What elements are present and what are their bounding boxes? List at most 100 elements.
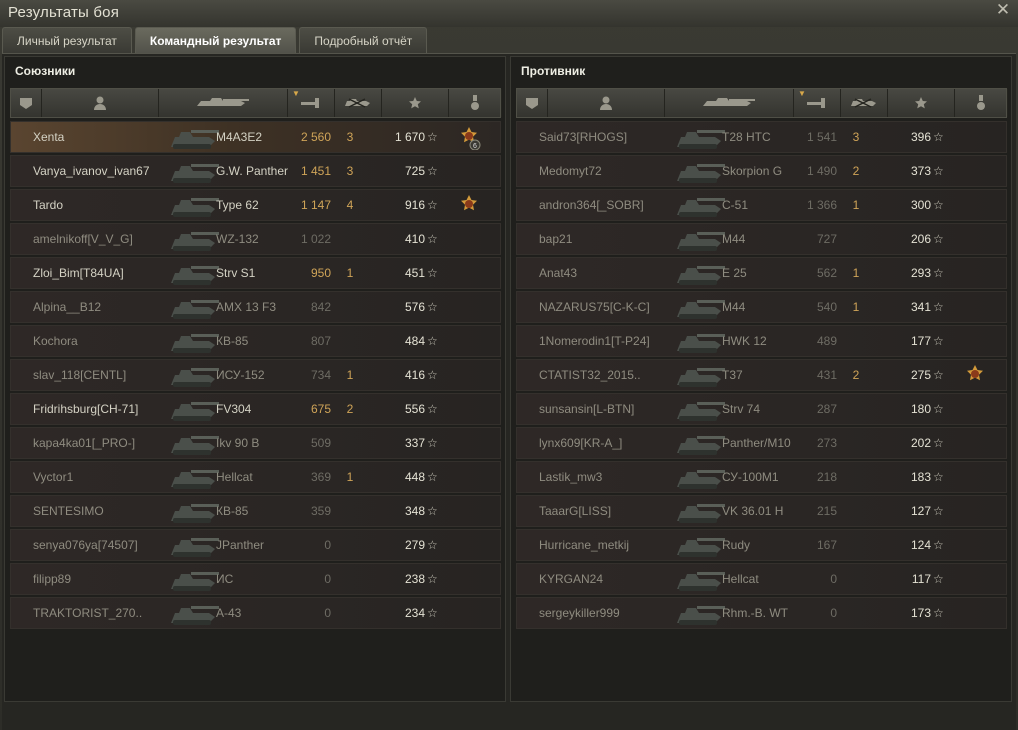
- player-name: lynx609[KR-A_]: [539, 436, 623, 450]
- player-row[interactable]: Xenta M4A3E2 2 560 3 1 670 ☆ 6: [10, 121, 501, 153]
- xp-star-icon: ☆: [933, 232, 944, 246]
- player-row[interactable]: TaaarG[LISS] VK 36.01 H 215 127 ☆: [516, 495, 1007, 527]
- player-row[interactable]: SENTESIMO КВ-85 359 348 ☆: [10, 495, 501, 527]
- xp-star-icon: ☆: [933, 436, 944, 450]
- column-header-squad[interactable]: [517, 89, 548, 117]
- player-row[interactable]: Alpina__B12 AMX 13 F3 842 576 ☆: [10, 291, 501, 323]
- allies-column-header: ▼: [10, 88, 502, 118]
- xp-star-icon: ☆: [933, 504, 944, 518]
- vehicle-icon: [193, 96, 253, 110]
- player-row[interactable]: Said73[RHOGS] T28 HTC 1 541 3 396 ☆: [516, 121, 1007, 153]
- damage-value: 0: [324, 538, 331, 552]
- column-header-kills[interactable]: [841, 89, 888, 117]
- player-name: Vyctor1: [33, 470, 74, 484]
- player-row[interactable]: andron364[_SOBR] С-51 1 366 1 300 ☆: [516, 189, 1007, 221]
- player-row[interactable]: bap21 M44 727 206 ☆: [516, 223, 1007, 255]
- column-header-player[interactable]: [548, 89, 665, 117]
- column-header-vehicle[interactable]: [159, 89, 288, 117]
- medal-with-6-icon[interactable]: 6: [457, 126, 481, 151]
- player-row[interactable]: Kochora КВ-85 807 484 ☆: [10, 325, 501, 357]
- player-row[interactable]: Vyctor1 Hellcat 369 1 448 ☆: [10, 461, 501, 493]
- player-row[interactable]: Zloi_Bim[T84UA] Strv S1 950 1 451 ☆: [10, 257, 501, 289]
- vehicle-name: E 25: [722, 266, 747, 280]
- tab-detailed-report[interactable]: Подробный отчёт: [299, 27, 428, 53]
- xp-value: 127: [910, 504, 931, 518]
- player-row[interactable]: Vanya_ivanov_ivan67 G.W. Panther 1 451 3 725…: [10, 155, 501, 187]
- vehicle-name: M44: [722, 232, 746, 246]
- player-row[interactable]: senya076ya[74507] JPanther 0 279 ☆: [10, 529, 501, 561]
- xp-value: 124: [910, 538, 931, 552]
- xp-value: 373: [910, 164, 931, 178]
- player-name: Zloi_Bim[T84UA]: [33, 266, 124, 280]
- xp-value: 183: [910, 470, 931, 484]
- player-row[interactable]: KYRGAN24 Hellcat 0 117 ☆: [516, 563, 1007, 595]
- damage-value: 0: [830, 572, 837, 586]
- player-row[interactable]: Fridrihsburg[CH-71] FV304 675 2 556 ☆: [10, 393, 501, 425]
- xp-value: 337: [404, 436, 425, 450]
- column-header-kills[interactable]: [335, 89, 382, 117]
- close-icon[interactable]: ✕: [994, 1, 1012, 19]
- tank-icon: [169, 327, 219, 356]
- damage-value: 562: [816, 266, 837, 280]
- damage-value: 1 541: [806, 130, 837, 144]
- player-name: Anat43: [539, 266, 578, 280]
- tab-personal-result[interactable]: Личный результат: [2, 27, 132, 53]
- player-row[interactable]: Tardo Type 62 1 147 4 916 ☆: [10, 189, 501, 221]
- tab-team-result[interactable]: Командный результат: [134, 27, 297, 53]
- player-row[interactable]: 1Nomerodin1[T-P24] HWK 12 489 177 ☆: [516, 325, 1007, 357]
- player-icon: [93, 95, 107, 111]
- xp-value: 556: [404, 402, 425, 416]
- player-row[interactable]: kapa4ka01[_PRO-] Ikv 90 B 509 337 ☆: [10, 427, 501, 459]
- enemies-table: Said73[RHOGS] T28 HTC 1 541 3 396 ☆ Medomyt72 S…: [516, 121, 1007, 631]
- xp-star-icon: ☆: [933, 368, 944, 382]
- xp-star-icon: ☆: [427, 334, 438, 348]
- column-header-player[interactable]: [42, 89, 159, 117]
- xp-star-icon: ☆: [427, 572, 438, 586]
- player-row[interactable]: slav_118[CENTL] ИСУ-152 734 1 416 ☆: [10, 359, 501, 391]
- vehicle-name: Ikv 90 B: [216, 436, 260, 450]
- player-row[interactable]: TRAKTORIST_270.. А-43 0 234 ☆: [10, 597, 501, 629]
- squad-icon: [19, 96, 33, 110]
- player-row[interactable]: filipp89 ИС 0 238 ☆: [10, 563, 501, 595]
- column-header-xp-star[interactable]: [382, 89, 449, 117]
- damage-value: 359: [310, 504, 331, 518]
- player-row[interactable]: lynx609[KR-A_] Panther/M10 273 202 ☆: [516, 427, 1007, 459]
- column-header-xp-star[interactable]: [888, 89, 955, 117]
- allies-title: Союзники: [15, 64, 76, 78]
- allies-panel: Союзники ▼ Xenta M4A3E2 2 560 3 1 670 ☆ 6 Vanya…: [4, 56, 506, 702]
- player-row[interactable]: Medomyt72 Skorpion G 1 490 2 373 ☆: [516, 155, 1007, 187]
- column-header-damage[interactable]: ▼: [288, 89, 335, 117]
- column-header-medal[interactable]: [955, 89, 1008, 117]
- player-row[interactable]: Lastik_mw3 СУ-100М1 218 183 ☆: [516, 461, 1007, 493]
- xp-value: 448: [404, 470, 425, 484]
- tank-icon: [169, 293, 219, 322]
- tank-icon: [675, 225, 725, 254]
- player-row[interactable]: Anat43 E 25 562 1 293 ☆: [516, 257, 1007, 289]
- player-row[interactable]: NAZARUS75[C-K-C] M44 540 1 341 ☆: [516, 291, 1007, 323]
- damage-icon: [300, 97, 322, 109]
- tank-icon: [675, 361, 725, 390]
- vehicle-name: А-43: [216, 606, 242, 620]
- vehicle-name: T28 HTC: [722, 130, 771, 144]
- player-row[interactable]: sergeykiller999 Rhm.-B. WT 0 173 ☆: [516, 597, 1007, 629]
- order-medal-icon[interactable]: [457, 194, 481, 218]
- player-name: Xenta: [33, 130, 65, 144]
- kills-value: 1: [346, 470, 354, 484]
- damage-value: 431: [816, 368, 837, 382]
- player-row[interactable]: amelnikoff[V_V_G] WZ-132 1 022 410 ☆: [10, 223, 501, 255]
- player-row[interactable]: sunsansin[L-BTN] Strv 74 287 180 ☆: [516, 393, 1007, 425]
- tank-icon: [169, 395, 219, 424]
- tank-icon: [675, 565, 725, 594]
- title-bar: Результаты боя ✕: [0, 0, 1018, 27]
- column-header-damage[interactable]: ▼: [794, 89, 841, 117]
- player-row[interactable]: CTATIST32_2015.. T37 431 2 275 ☆: [516, 359, 1007, 391]
- column-header-vehicle[interactable]: [665, 89, 794, 117]
- column-header-medal[interactable]: [449, 89, 502, 117]
- player-row[interactable]: Hurricane_metkij Rudy 167 124 ☆: [516, 529, 1007, 561]
- xp-star-icon: ☆: [933, 572, 944, 586]
- xp-value: 1 670: [394, 130, 425, 144]
- column-header-squad[interactable]: [11, 89, 42, 117]
- order-medal-icon[interactable]: [963, 364, 987, 388]
- tank-icon: [675, 497, 725, 526]
- vehicle-name: T37: [722, 368, 743, 382]
